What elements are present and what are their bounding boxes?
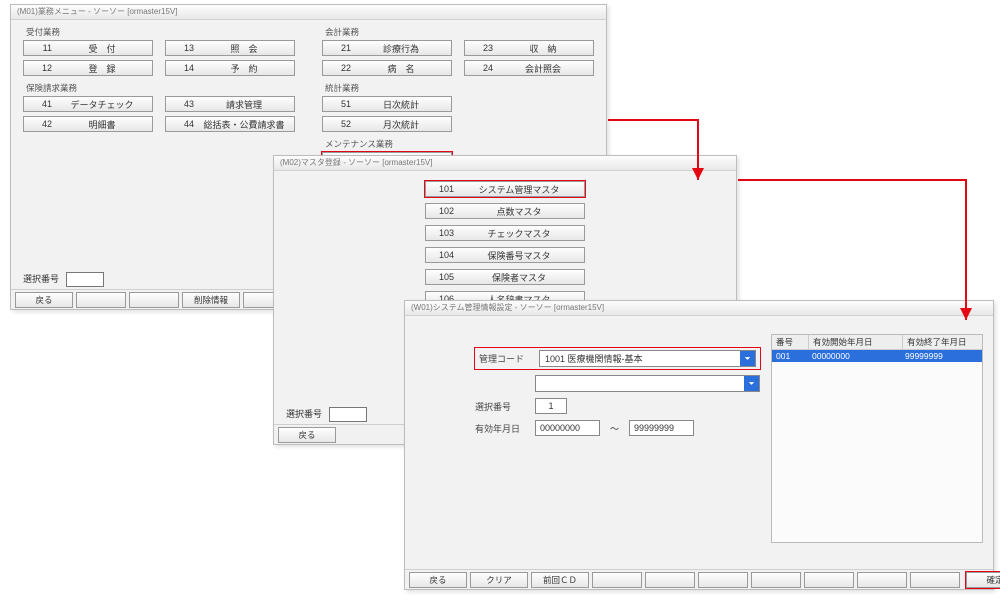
code-select[interactable]: 1001 医療機関情報-基本 xyxy=(539,350,756,367)
menu-btn-52[interactable]: 52月次統計 xyxy=(322,116,452,132)
group-title-hoken: 保険請求業務 xyxy=(26,82,298,94)
th-from: 有効開始年月日 xyxy=(809,335,903,349)
menu-btn-21[interactable]: 21診療行為 xyxy=(322,40,452,56)
back-button-win1[interactable]: 戻る xyxy=(15,292,73,308)
validity-table: 番号 有効開始年月日 有効終了年月日 001 00000000 99999999 xyxy=(771,334,983,543)
code-label: 管理コード xyxy=(479,352,529,365)
menu-btn-41[interactable]: 41データチェック xyxy=(23,96,153,112)
footer-empty[interactable] xyxy=(592,572,642,588)
back-button-win3[interactable]: 戻る xyxy=(409,572,467,588)
master-btn-101[interactable]: 101システム管理マスタ xyxy=(425,181,585,197)
selno-input-win2[interactable] xyxy=(329,407,367,422)
master-btn-105[interactable]: 105保険者マスタ xyxy=(425,269,585,285)
confirm-button[interactable]: 確定 xyxy=(966,572,1000,588)
valid-label: 有効年月日 xyxy=(475,422,525,435)
footer-empty[interactable] xyxy=(751,572,801,588)
prev-cd-button[interactable]: 前回ＣＤ xyxy=(531,572,589,588)
date-to-input[interactable]: 99999999 xyxy=(629,420,694,436)
selno-label-win2: 選択番号 xyxy=(286,409,322,419)
menu-btn-23[interactable]: 23収 納 xyxy=(464,40,594,56)
th-to: 有効終了年月日 xyxy=(903,335,982,349)
th-no: 番号 xyxy=(772,335,809,349)
footer-empty[interactable] xyxy=(857,572,907,588)
titlebar-win1: (M01)業務メニュー - ソーソー [ormaster15V] xyxy=(11,5,606,20)
selno-label-win1: 選択番号 xyxy=(23,274,59,284)
master-btn-103[interactable]: 103チェックマスタ xyxy=(425,225,585,241)
footer-win3: 戻る クリア 前回ＣＤ 確定 xyxy=(405,569,993,589)
menu-btn-12[interactable]: 12登 録 xyxy=(23,60,153,76)
group-title-toukei: 統計業務 xyxy=(325,82,594,94)
menu-btn-24[interactable]: 24会計照会 xyxy=(464,60,594,76)
table-row[interactable]: 001 00000000 99999999 xyxy=(772,350,982,362)
menu-btn-51[interactable]: 51日次統計 xyxy=(322,96,452,112)
clear-button[interactable]: クリア xyxy=(470,572,528,588)
menu-btn-22[interactable]: 22病 名 xyxy=(322,60,452,76)
footer-empty[interactable] xyxy=(76,292,126,308)
chevron-down-icon xyxy=(740,351,755,366)
selno-input-win3[interactable]: 1 xyxy=(535,398,567,414)
titlebar-win3: (W01)システム管理情報設定 - ソーソー [ormaster15V] xyxy=(405,301,993,316)
window-sysmgmt: (W01)システム管理情報設定 - ソーソー [ormaster15V] 管理コ… xyxy=(404,300,994,590)
date-from-input[interactable]: 00000000 xyxy=(535,420,600,436)
menu-btn-44[interactable]: 44総括表・公費請求書 xyxy=(165,116,295,132)
tilde: ～ xyxy=(610,422,619,435)
sub-select[interactable] xyxy=(535,375,760,392)
selno-label: 選択番号 xyxy=(475,400,525,413)
footer-empty[interactable] xyxy=(645,572,695,588)
menu-btn-42[interactable]: 42明細書 xyxy=(23,116,153,132)
titlebar-win2: (M02)マスタ登録 - ソーソー [ormaster15V] xyxy=(274,156,736,171)
menu-btn-11[interactable]: 11受 付 xyxy=(23,40,153,56)
menu-btn-43[interactable]: 43請求管理 xyxy=(165,96,295,112)
selno-input-win1[interactable] xyxy=(66,272,104,287)
group-title-maint: メンテナンス業務 xyxy=(325,138,594,150)
menu-btn-14[interactable]: 14予 約 xyxy=(165,60,295,76)
delete-info-button[interactable]: 削除情報 xyxy=(182,292,240,308)
chevron-down-icon xyxy=(744,376,759,391)
footer-empty[interactable] xyxy=(129,292,179,308)
group-title-kaikei: 会計業務 xyxy=(325,26,594,38)
menu-btn-13[interactable]: 13照 会 xyxy=(165,40,295,56)
master-btn-104[interactable]: 104保険番号マスタ xyxy=(425,247,585,263)
footer-empty[interactable] xyxy=(698,572,748,588)
group-title-uketsuke: 受付業務 xyxy=(26,26,298,38)
master-btn-102[interactable]: 102点数マスタ xyxy=(425,203,585,219)
footer-empty[interactable] xyxy=(804,572,854,588)
back-button-win2[interactable]: 戻る xyxy=(278,427,336,443)
footer-empty[interactable] xyxy=(910,572,960,588)
